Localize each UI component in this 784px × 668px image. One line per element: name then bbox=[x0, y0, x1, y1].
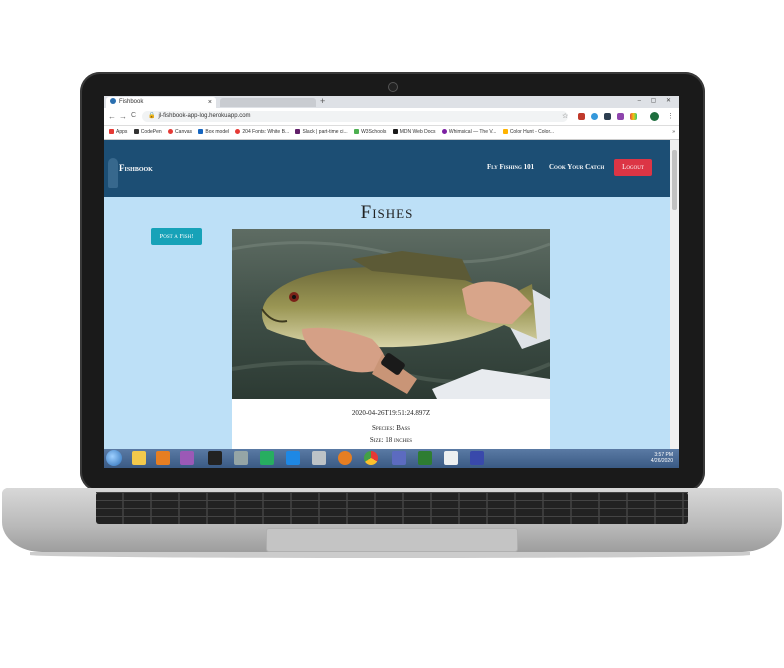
star-icon[interactable]: ☆ bbox=[562, 112, 568, 120]
laptop-keyboard bbox=[96, 492, 688, 524]
notes-icon[interactable] bbox=[234, 451, 248, 465]
fonts-icon bbox=[235, 129, 241, 135]
adobe-icon[interactable] bbox=[208, 451, 222, 465]
bass-photo-image bbox=[232, 229, 550, 399]
whimsical-icon bbox=[441, 129, 447, 135]
post-timestamp: 2020-04-26T19:51:24.897Z bbox=[351, 409, 431, 417]
fishbook-favicon-icon bbox=[110, 98, 116, 105]
windows-taskbar: 3:57 PM 4/26/2020 bbox=[104, 449, 679, 468]
laptop-screen: Fishbook × + – ▢ ✕ ← → C 🔒 jl-fishbook-ap… bbox=[104, 96, 679, 468]
clock-date: 4/26/2020 bbox=[650, 458, 673, 464]
webcam-icon bbox=[388, 82, 398, 92]
vscode-icon[interactable] bbox=[286, 451, 300, 465]
w3schools-icon bbox=[354, 129, 360, 135]
post-species: Species: Bass bbox=[371, 424, 411, 432]
bookmark-w3schools[interactable]: W3Schools bbox=[354, 126, 386, 139]
system-tray-clock[interactable]: 3:57 PM 4/26/2020 bbox=[651, 452, 673, 464]
evernote-icon[interactable] bbox=[418, 451, 432, 465]
bookmark-slack[interactable]: Slack | part-time ci... bbox=[295, 126, 348, 139]
chrome-icon[interactable] bbox=[364, 451, 378, 465]
page-title: Fishes bbox=[360, 202, 414, 223]
logout-button[interactable]: Logout bbox=[614, 159, 652, 176]
back-button[interactable]: ← bbox=[108, 112, 116, 121]
snipping-tool-icon[interactable] bbox=[312, 451, 326, 465]
bookmark-mdn[interactable]: MDN Web Docs bbox=[392, 126, 436, 139]
window-controls[interactable]: – ▢ ✕ bbox=[638, 97, 675, 104]
new-tab-button[interactable]: + bbox=[320, 96, 325, 106]
bookmark-box-model[interactable]: Box model bbox=[198, 126, 229, 139]
bookmarks-overflow-button[interactable]: » bbox=[672, 126, 675, 139]
bookmark-color-hunt[interactable]: Color Hunt - Color... bbox=[502, 126, 554, 139]
browser-tab-bar: Fishbook × + – ▢ ✕ bbox=[104, 96, 679, 108]
app-navbar: Fishbook Fly Fishing 101 Cook Your Catch… bbox=[104, 140, 670, 197]
notepad-icon[interactable] bbox=[444, 451, 458, 465]
postgres-icon[interactable] bbox=[392, 451, 406, 465]
lock-icon: 🔒 bbox=[148, 113, 156, 119]
url-input[interactable]: 🔒 jl-fishbook-app-log.herokuapp.com bbox=[142, 111, 568, 122]
bookmarks-bar: Apps CodePen Canvas Box model 204 Fonts:… bbox=[104, 126, 679, 140]
laptop-shadow bbox=[30, 552, 750, 558]
extension-color-icon[interactable] bbox=[630, 113, 637, 120]
extension-circle-icon[interactable] bbox=[591, 113, 598, 120]
fish-photo bbox=[232, 229, 550, 399]
bookmark-apps[interactable]: Apps bbox=[109, 126, 127, 139]
start-button[interactable] bbox=[106, 450, 122, 466]
nav-cook-link[interactable]: Cook Your Catch bbox=[549, 163, 604, 171]
color-hunt-icon bbox=[502, 129, 508, 135]
post-fish-button[interactable]: Post a Fish! bbox=[151, 228, 202, 245]
close-tab-icon[interactable]: × bbox=[208, 97, 212, 108]
background-tab[interactable] bbox=[220, 98, 316, 107]
bookmark-canvas[interactable]: Canvas bbox=[168, 126, 192, 139]
page-scrollbar[interactable] bbox=[670, 140, 679, 449]
media-player-icon[interactable] bbox=[156, 451, 170, 465]
reload-button[interactable]: C bbox=[131, 112, 136, 119]
bookmark-codepen[interactable]: CodePen bbox=[133, 126, 162, 139]
browser-tab[interactable]: Fishbook × bbox=[106, 97, 216, 108]
canvas-icon bbox=[168, 129, 174, 135]
extension-shield-icon[interactable] bbox=[578, 113, 585, 120]
post-size: Size: 18 inches bbox=[369, 436, 413, 444]
extension-dark-icon[interactable] bbox=[604, 113, 611, 120]
file-explorer-icon[interactable] bbox=[132, 451, 146, 465]
nav-fly-fishing-link[interactable]: Fly Fishing 101 bbox=[487, 163, 534, 171]
tab-title: Fishbook bbox=[119, 99, 144, 105]
slack-icon bbox=[295, 129, 301, 135]
address-bar-row: ← → C 🔒 jl-fishbook-app-log.herokuapp.com… bbox=[104, 108, 679, 126]
apps-grid-icon bbox=[109, 129, 114, 135]
extension-purple-icon[interactable] bbox=[617, 113, 624, 120]
codepen-icon bbox=[133, 129, 139, 135]
forward-button[interactable]: → bbox=[119, 112, 127, 121]
terminal-icon[interactable] bbox=[470, 451, 484, 465]
scrollbar-thumb[interactable] bbox=[672, 150, 677, 210]
fish-post-card: 2020-04-26T19:51:24.897Z Species: Bass S… bbox=[232, 229, 550, 449]
firefox-icon[interactable] bbox=[338, 451, 352, 465]
app-launcher-icon[interactable] bbox=[180, 451, 194, 465]
bookmark-whimsical[interactable]: Whimsical — The V... bbox=[441, 126, 496, 139]
profile-avatar[interactable] bbox=[650, 112, 659, 121]
excel-icon[interactable] bbox=[260, 451, 274, 465]
menu-kebab-icon[interactable]: ⋮ bbox=[667, 112, 674, 120]
angler-logo-icon bbox=[108, 158, 118, 188]
mdn-icon bbox=[392, 129, 398, 135]
brand-link[interactable]: Fishbook bbox=[119, 163, 153, 173]
w3-icon bbox=[198, 129, 204, 135]
url-text: jl-fishbook-app-log.herokuapp.com bbox=[158, 113, 251, 119]
bookmark-fonts[interactable]: 204 Fonts: White B... bbox=[235, 126, 289, 139]
laptop-trackpad bbox=[266, 528, 518, 552]
fishbook-page: Fishbook Fly Fishing 101 Cook Your Catch… bbox=[104, 140, 670, 449]
